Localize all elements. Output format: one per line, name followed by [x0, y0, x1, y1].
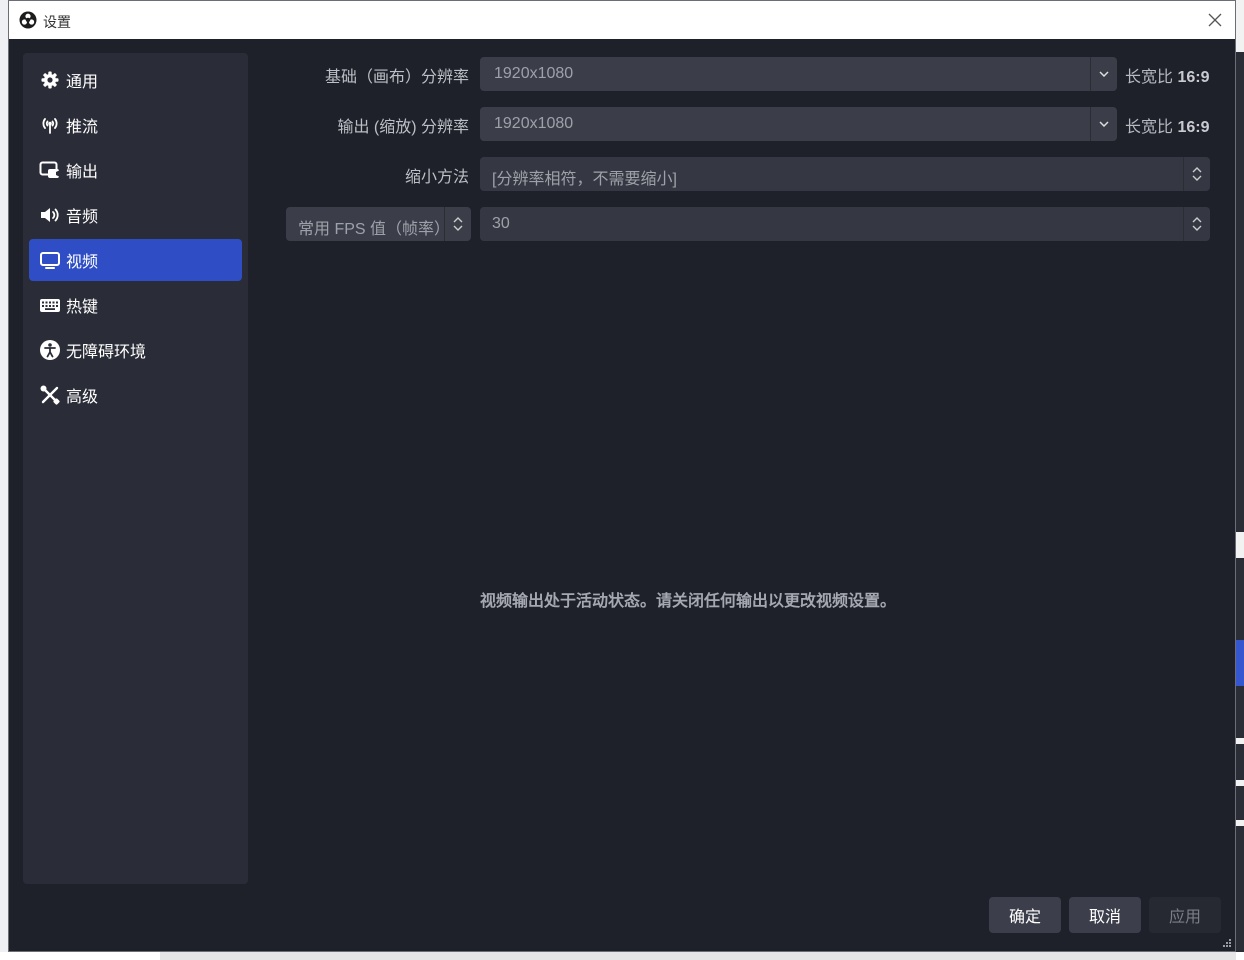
chevron-down-icon[interactable]: [1090, 57, 1117, 91]
up-down-arrows-icon[interactable]: [1183, 157, 1210, 191]
output-aspect-ratio: 长宽比 16:9: [1125, 113, 1210, 137]
sidebar-item-output[interactable]: 输出: [29, 149, 242, 191]
sidebar-item-general[interactable]: 通用: [29, 59, 242, 101]
fps-type-value: 常用 FPS 值（帧率）: [298, 221, 451, 238]
output-resolution-combobox[interactable]: 1920x1080: [480, 107, 1117, 141]
speaker-icon: [39, 204, 61, 226]
accessibility-icon: [39, 339, 61, 361]
sidebar-item-stream[interactable]: 推流: [29, 104, 242, 146]
aspect-label: 长宽比: [1125, 69, 1174, 86]
fps-value: 30: [492, 215, 510, 232]
chevron-down-icon[interactable]: [1090, 107, 1117, 141]
sidebar-item-label: 高级: [66, 389, 99, 406]
base-aspect-ratio: 长宽比 16:9: [1125, 63, 1210, 87]
sidebar-item-advanced[interactable]: 高级: [29, 374, 242, 416]
up-down-arrows-icon[interactable]: [444, 207, 471, 241]
gear-icon: [39, 69, 61, 91]
sidebar-item-label: 视频: [66, 254, 99, 271]
obs-logo-icon: [19, 11, 37, 29]
resize-grip-icon[interactable]: [1223, 939, 1231, 947]
output-icon: [39, 159, 61, 181]
base-resolution-combobox[interactable]: 1920x1080: [480, 57, 1117, 91]
downscale-filter-label: 缩小方法: [404, 169, 469, 186]
sidebar-item-label: 热键: [66, 299, 99, 316]
output-resolution-label: 输出 (缩放) 分辨率: [337, 119, 469, 136]
base-resolution-label: 基础（画布）分辨率: [324, 69, 469, 86]
up-down-arrows-icon[interactable]: [1183, 207, 1210, 241]
antenna-icon: [39, 114, 61, 136]
sidebar-item-video[interactable]: 视频: [29, 239, 242, 281]
base-resolution-value: 1920x1080: [494, 65, 574, 82]
sidebar-item-hotkeys[interactable]: 热键: [29, 284, 242, 326]
fps-value-select[interactable]: 30: [480, 207, 1210, 241]
video-active-notice: 视频输出处于活动状态。请关闭任何输出以更改视频设置。: [480, 593, 897, 610]
monitor-icon: [39, 249, 61, 271]
sidebar-item-label: 输出: [66, 164, 99, 181]
ok-button[interactable]: 确定: [989, 897, 1061, 933]
sidebar-item-label: 推流: [66, 119, 99, 136]
title-bar: 设置: [9, 1, 1235, 39]
aspect-value: 16:9: [1177, 69, 1210, 86]
close-icon[interactable]: [1205, 10, 1225, 30]
aspect-value: 16:9: [1177, 119, 1210, 136]
downscale-filter-select[interactable]: [分辨率相符，不需要缩小]: [480, 157, 1210, 191]
fps-type-select[interactable]: 常用 FPS 值（帧率）: [286, 207, 471, 241]
output-resolution-value: 1920x1080: [494, 115, 574, 132]
sidebar-item-label: 通用: [66, 74, 99, 91]
settings-sidebar: 通用 推流 输出 音频 视频 热键 无障碍环境 高级: [23, 53, 248, 884]
sidebar-item-audio[interactable]: 音频: [29, 194, 242, 236]
downscale-filter-value: [分辨率相符，不需要缩小]: [492, 171, 677, 188]
cancel-button[interactable]: 取消: [1069, 897, 1141, 933]
background-window-bottom: [0, 952, 1244, 960]
window-title: 设置: [43, 14, 71, 30]
apply-button[interactable]: 应用: [1149, 897, 1221, 933]
sidebar-item-accessibility[interactable]: 无障碍环境: [29, 329, 242, 371]
settings-dialog: 设置 通用 推流 输出 音频 视频 热键 无障碍环境 高级 基础（画布）分辨率 …: [8, 0, 1236, 952]
sidebar-item-label: 无障碍环境: [66, 344, 147, 361]
aspect-label: 长宽比: [1125, 119, 1174, 136]
tools-icon: [39, 384, 61, 406]
sidebar-item-label: 音频: [66, 209, 99, 226]
keyboard-icon: [39, 294, 61, 316]
background-window-edge: [1236, 0, 1244, 960]
